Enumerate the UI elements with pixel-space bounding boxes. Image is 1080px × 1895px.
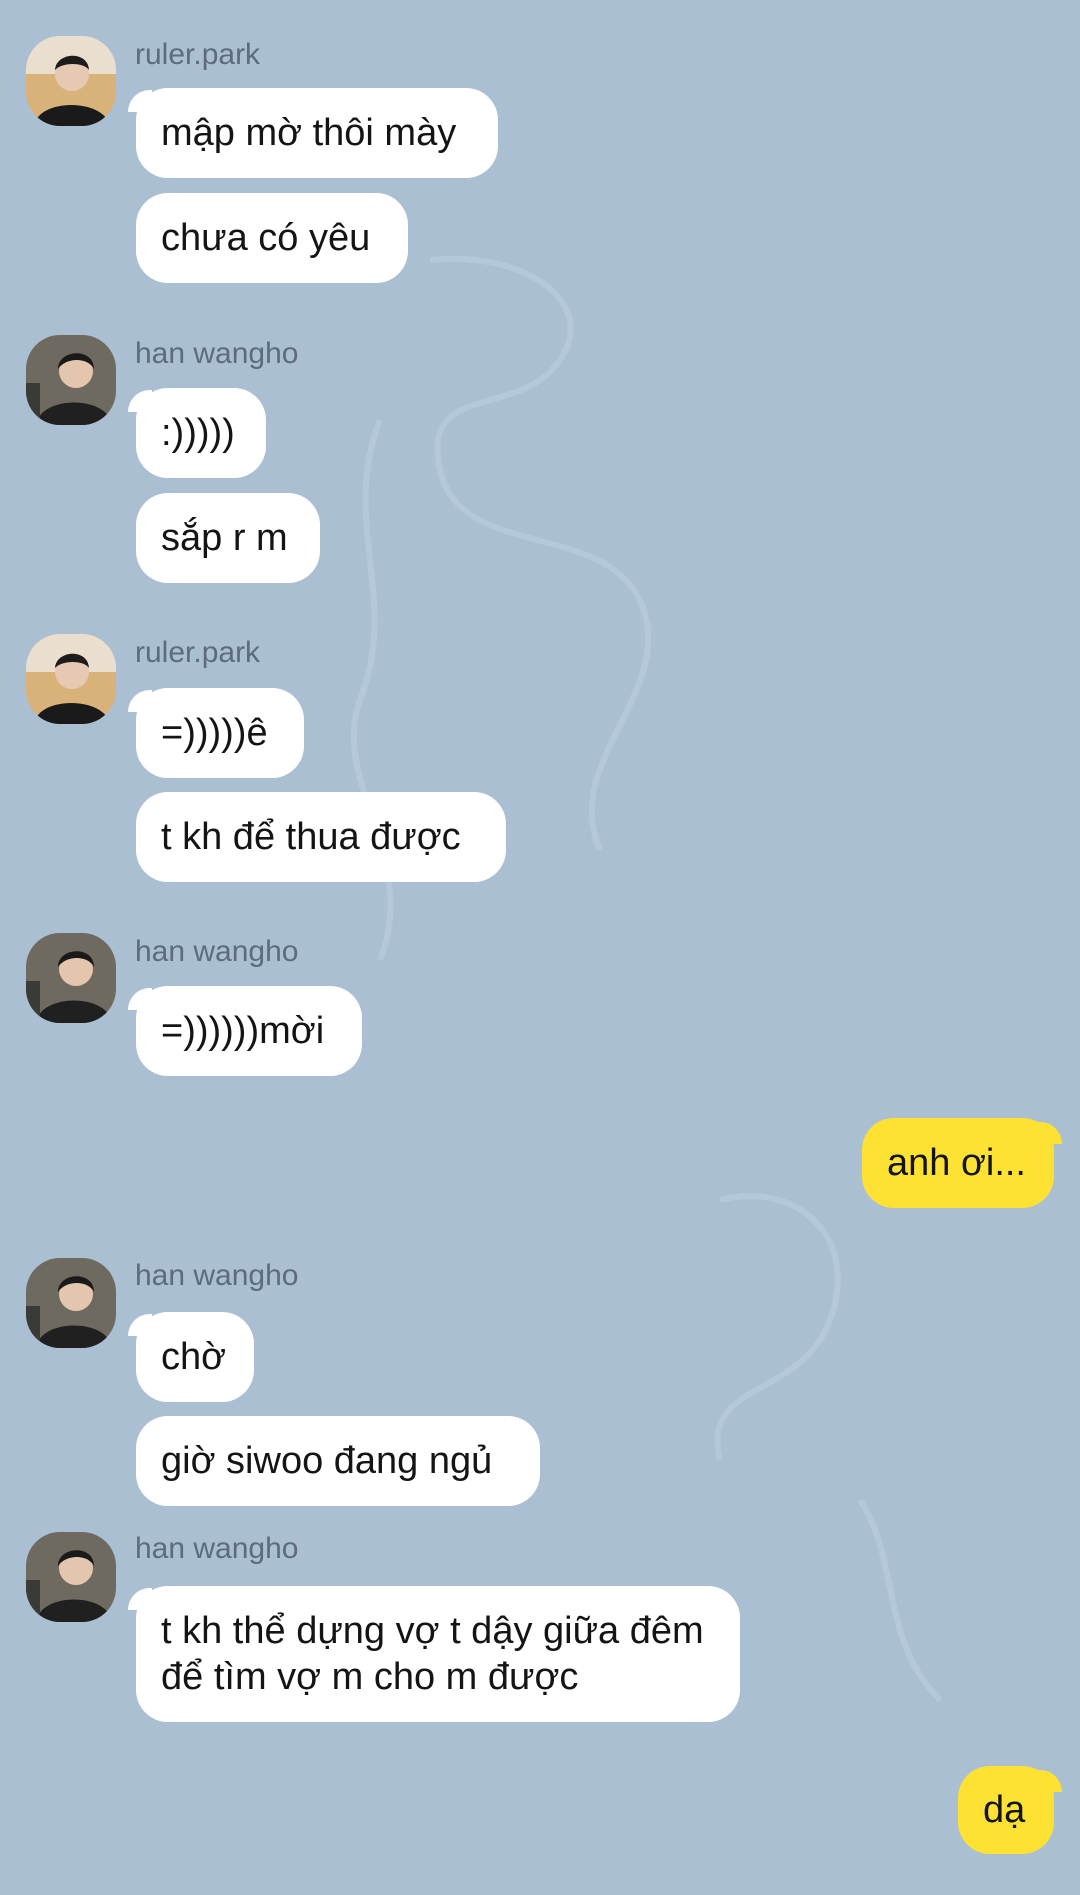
message-bubble[interactable]: chờ: [136, 1312, 254, 1402]
sender-name: han wangho: [135, 1532, 299, 1565]
outgoing-message-bubble[interactable]: dạ: [958, 1766, 1054, 1854]
message-text: giờ siwoo đang ngủ: [161, 1440, 493, 1482]
avatar-photo-icon: [26, 335, 116, 425]
avatar-photo-icon: [26, 36, 116, 126]
message-bubble[interactable]: sắp r m: [136, 493, 320, 583]
sender-name: han wangho: [135, 935, 299, 968]
ruler-park-avatar[interactable]: [26, 634, 116, 724]
avatar-photo-icon: [26, 933, 116, 1023]
message-text: chưa có yêu: [161, 217, 371, 259]
message-text: t kh để thua được: [161, 816, 461, 858]
sender-name: han wangho: [135, 337, 299, 370]
message-text: =)))))ê: [161, 712, 268, 754]
sender-name: ruler.park: [135, 636, 261, 669]
message-bubble[interactable]: chưa có yêu: [136, 193, 408, 283]
message-text: :))))): [161, 412, 235, 454]
avatar-photo-icon: [26, 634, 116, 724]
message-text: anh ơi...: [887, 1142, 1026, 1184]
message-bubble[interactable]: t kh để thua được: [136, 792, 506, 882]
avatar-photo-icon: [26, 1532, 116, 1622]
message-bubble[interactable]: giờ siwoo đang ngủ: [136, 1416, 540, 1506]
message-text: =))))))mời: [161, 1010, 325, 1052]
message-text: sắp r m: [161, 517, 288, 559]
message-bubble[interactable]: mập mờ thôi mày: [136, 88, 498, 178]
message-bubble[interactable]: :))))): [136, 388, 266, 478]
message-text: chờ: [161, 1336, 227, 1378]
message-bubble[interactable]: =)))))ê: [136, 688, 304, 778]
message-text: dạ: [983, 1789, 1026, 1831]
sender-name: ruler.park: [135, 38, 261, 71]
avatar-photo-icon: [26, 1258, 116, 1348]
ruler-park-avatar[interactable]: [26, 36, 116, 126]
han-wangho-avatar[interactable]: [26, 1258, 116, 1348]
han-wangho-avatar[interactable]: [26, 1532, 116, 1622]
message-text: t kh thể dựng vợ t dậy giữa đêm để tìm v…: [161, 1610, 704, 1698]
message-bubble[interactable]: =))))))mời: [136, 986, 362, 1076]
outgoing-message-bubble[interactable]: anh ơi...: [862, 1118, 1054, 1208]
message-text: mập mờ thôi mày: [161, 112, 457, 154]
han-wangho-avatar[interactable]: [26, 933, 116, 1023]
sender-name: han wangho: [135, 1259, 299, 1292]
han-wangho-avatar[interactable]: [26, 335, 116, 425]
message-bubble[interactable]: t kh thể dựng vợ t dậy giữa đêm để tìm v…: [136, 1586, 740, 1722]
